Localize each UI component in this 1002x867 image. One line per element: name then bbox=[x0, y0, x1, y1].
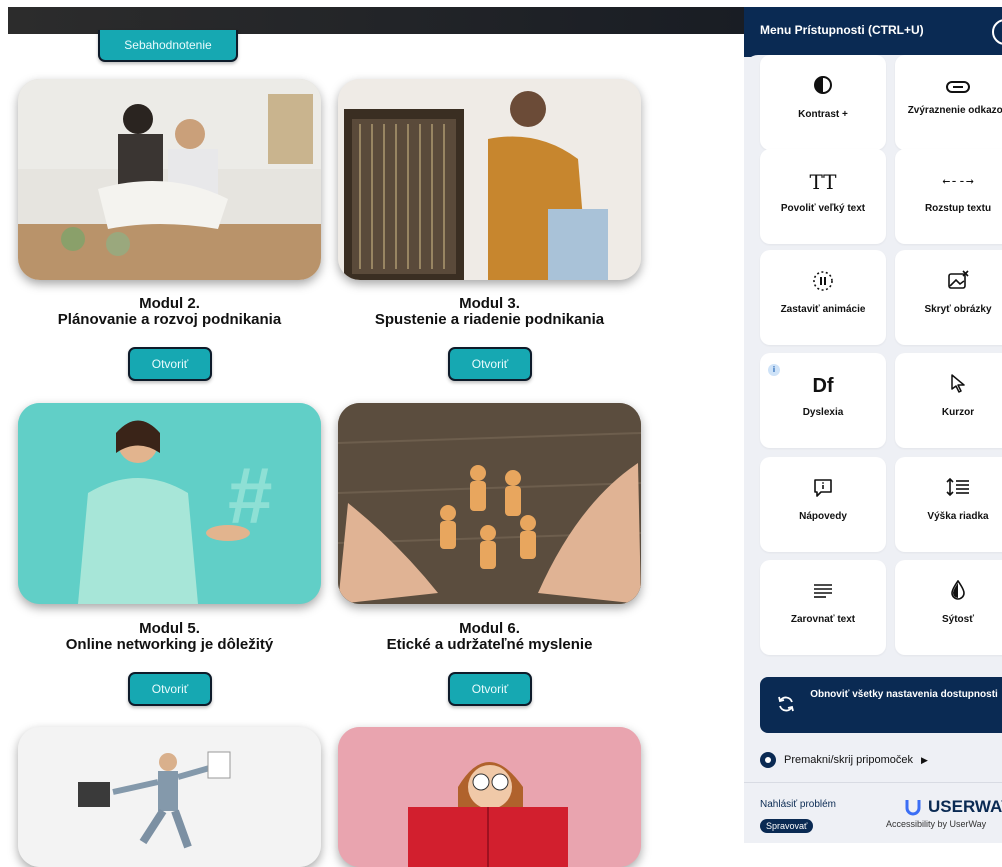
module-2-title: Plánovanie a rozvoj podnikania bbox=[57, 311, 282, 328]
refresh-icon bbox=[778, 696, 794, 712]
tile-large-text[interactable]: TT Povoliť veľký text bbox=[760, 149, 886, 244]
module-3-open-button[interactable]: Otvoriť bbox=[448, 347, 532, 381]
tile-large-text-label: Povoliť veľký text bbox=[780, 203, 866, 214]
hide-images-icon bbox=[895, 270, 1002, 296]
tile-text-spacing[interactable]: ←--→ Rozstup textu bbox=[895, 149, 1002, 244]
tile-tooltips-label: Nápovedy bbox=[799, 511, 847, 522]
tile-tooltips[interactable]: Nápovedy bbox=[760, 457, 886, 552]
module-2-open-button[interactable]: Otvoriť bbox=[128, 347, 212, 381]
gear-icon bbox=[760, 752, 776, 768]
module-6-image[interactable] bbox=[338, 403, 641, 604]
close-panel-icon[interactable] bbox=[992, 19, 1002, 45]
saturation-icon bbox=[895, 579, 1002, 606]
tile-contrast[interactable]: Kontrast + bbox=[760, 55, 886, 150]
tooltip-icon bbox=[760, 477, 886, 503]
cursor-icon bbox=[895, 373, 1002, 399]
tile-line-height[interactable]: Výška riadka bbox=[895, 457, 1002, 552]
tile-text-spacing-label: Rozstup textu bbox=[924, 203, 992, 214]
userway-logo[interactable]: USERWAY bbox=[904, 797, 1002, 817]
accessibility-panel-header: Menu Prístupnosti (CTRL+U) bbox=[744, 7, 1002, 57]
align-text-icon bbox=[760, 580, 886, 606]
module-6-title: Etické a udržateľné myslenie bbox=[386, 636, 593, 653]
module-2-caption: Modul 2. Plánovanie a rozvoj podnikania bbox=[18, 296, 321, 328]
module-3-image[interactable] bbox=[338, 79, 641, 280]
module-5-image[interactable]: # bbox=[18, 403, 321, 604]
info-icon[interactable]: i bbox=[768, 364, 780, 376]
move-hide-widget[interactable]: Premakni/skrij pripomoček ▶ bbox=[760, 752, 928, 768]
userway-subtitle: Accessibility by UserWay bbox=[886, 819, 987, 829]
userway-icon bbox=[905, 800, 921, 816]
tile-align-text[interactable]: Zarovnať text bbox=[760, 560, 886, 655]
tile-hide-images-label: Skryť obrázky bbox=[924, 304, 992, 315]
text-spacing-icon: ←--→ bbox=[942, 174, 974, 189]
reset-settings-label: Obnoviť všetky nastavenia dostupnosti bbox=[810, 689, 998, 700]
userway-brand: USERWAY bbox=[928, 797, 1002, 816]
module-5-open-button[interactable]: Otvoriť bbox=[128, 672, 212, 706]
module-3-caption: Modul 3. Spustenie a riadenie podnikania bbox=[338, 296, 641, 328]
module-6-caption: Modul 6. Etické a udržateľné myslenie bbox=[338, 621, 641, 653]
module-5-number: Modul 5. bbox=[139, 620, 200, 637]
tile-cursor-label: Kurzor bbox=[941, 407, 975, 418]
module-6-number: Modul 6. bbox=[459, 620, 520, 637]
tile-highlight-links-label: Zvýraznenie odkazov bbox=[907, 105, 1002, 116]
manage-button[interactable]: Spravovať bbox=[760, 819, 814, 833]
footer-divider bbox=[744, 782, 1002, 783]
caret-right-icon: ▶ bbox=[920, 754, 928, 765]
module-3-title: Spustenie a riadenie podnikania bbox=[374, 311, 605, 328]
dyslexia-icon: Df bbox=[812, 375, 834, 397]
text-size-icon: TT bbox=[809, 170, 837, 194]
report-problem-link[interactable]: Nahlásiť problém bbox=[760, 799, 836, 810]
tile-stop-animations-label: Zastaviť animácie bbox=[780, 304, 866, 315]
module-2-image[interactable] bbox=[18, 79, 321, 280]
tile-highlight-links[interactable]: Zvýraznenie odkazov bbox=[895, 55, 1002, 150]
tile-saturation-label: Sýtosť bbox=[941, 614, 975, 625]
link-icon bbox=[895, 75, 1002, 101]
tile-contrast-label: Kontrast + bbox=[798, 109, 848, 120]
module-7-image[interactable] bbox=[18, 727, 321, 867]
tile-cursor[interactable]: Kurzor bbox=[895, 353, 1002, 448]
contrast-icon bbox=[760, 75, 886, 101]
tile-line-height-label: Výška riadka bbox=[927, 511, 989, 522]
accessibility-panel: Menu Prístupnosti (CTRL+U) Kontrast + Zv… bbox=[744, 7, 1002, 843]
reset-settings-button[interactable]: Obnoviť všetky nastavenia dostupnosti bbox=[760, 677, 1002, 733]
tile-hide-images[interactable]: Skryť obrázky bbox=[895, 250, 1002, 345]
tile-dyslexia-label: Dyslexia bbox=[802, 407, 844, 418]
module-5-caption: Modul 5. Online networking je dôležitý bbox=[18, 621, 321, 653]
tile-saturation[interactable]: Sýtosť bbox=[895, 560, 1002, 655]
module-6-open-button[interactable]: Otvoriť bbox=[448, 672, 532, 706]
self-assessment-button[interactable]: Sebahodnotenie bbox=[98, 30, 238, 62]
module-2-number: Modul 2. bbox=[139, 295, 200, 312]
pause-animation-icon bbox=[760, 270, 886, 296]
module-8-image[interactable] bbox=[338, 727, 641, 867]
accessibility-panel-title: Menu Prístupnosti (CTRL+U) bbox=[760, 23, 924, 37]
module-5-title: Online networking je dôležitý bbox=[65, 636, 274, 653]
tile-align-text-label: Zarovnať text bbox=[790, 614, 856, 625]
line-height-icon bbox=[895, 477, 1002, 503]
tile-stop-animations[interactable]: Zastaviť animácie bbox=[760, 250, 886, 345]
module-3-number: Modul 3. bbox=[459, 295, 520, 312]
move-hide-label: Premakni/skrij pripomoček bbox=[784, 754, 913, 766]
